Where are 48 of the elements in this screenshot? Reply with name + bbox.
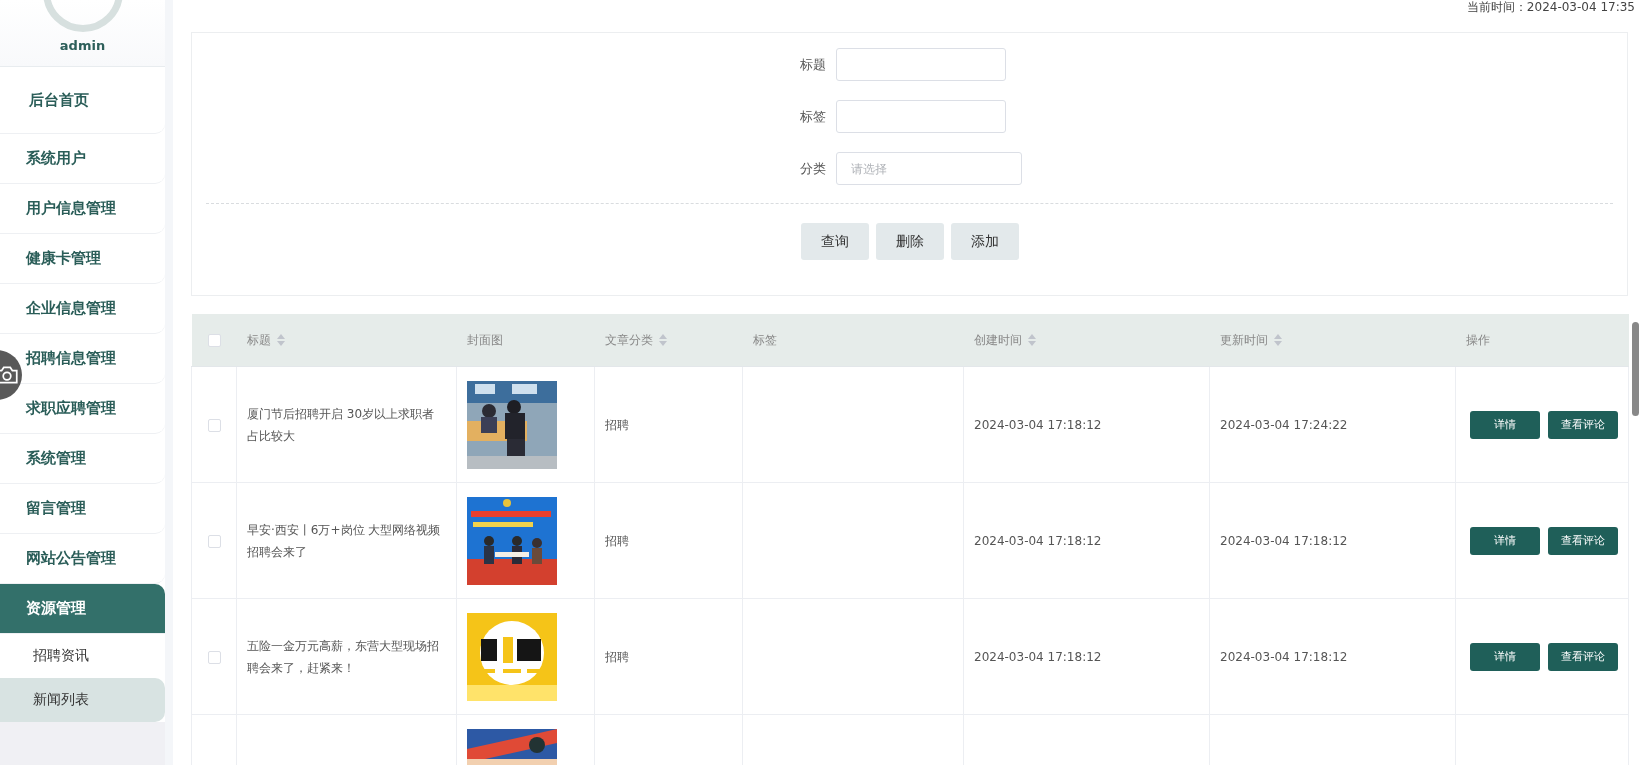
input-field[interactable] (835, 48, 1006, 81)
field-label: 分类 (799, 159, 826, 178)
category-text: 招聘 (605, 533, 629, 548)
sidebar-item[interactable]: 后台首页 (0, 67, 165, 134)
select-all-checkbox[interactable] (207, 334, 221, 347)
detail-button[interactable]: 详情 (1470, 642, 1540, 671)
submenu-item[interactable]: 新闻列表 (0, 678, 165, 722)
input-field[interactable] (835, 100, 1006, 133)
updated-time: 2024-03-04 17:18:12 (1220, 649, 1348, 664)
submenu-item[interactable]: 招聘资讯 (0, 634, 165, 678)
detail-button[interactable]: 详情 (1470, 410, 1540, 439)
sort-icon[interactable] (1273, 334, 1282, 346)
created-time: 2024-03-04 17:18:12 (974, 533, 1102, 548)
category-select[interactable]: 请选择 (835, 152, 1022, 185)
row-checkbox[interactable] (207, 650, 221, 664)
action-button[interactable]: 删除 (875, 223, 944, 260)
sort-icon[interactable] (276, 334, 285, 346)
row-checkbox[interactable] (207, 534, 221, 548)
sidebar-item[interactable]: 用户信息管理 (0, 184, 165, 234)
detail-button[interactable]: 详情 (1470, 526, 1540, 555)
news-title: 厦门节后招聘开启 30岁以上求职者占比较大 (247, 406, 435, 443)
sidebar-item[interactable]: 资源管理 (0, 584, 165, 634)
category-text: 招聘 (605, 417, 629, 432)
created-time: 2024-03-04 17:18:12 (974, 417, 1102, 432)
field-label: 标签 (799, 107, 826, 126)
row-checkbox[interactable] (207, 418, 221, 432)
updated-time: 2024-03-04 17:18:12 (1220, 533, 1348, 548)
comments-button[interactable]: 查看评论 (1548, 410, 1618, 439)
category-text: 招聘 (605, 649, 629, 664)
created-time: 2024-03-04 17:18:12 (974, 649, 1102, 664)
current-time: 当前时间：2024-03-04 17:35 (1466, 0, 1636, 14)
sidebar-item[interactable]: 企业信息管理 (0, 284, 165, 334)
sort-icon[interactable] (1027, 334, 1036, 346)
sidebar-item[interactable]: 留言管理 (0, 484, 165, 534)
scrollbar-thumb[interactable] (1632, 322, 1639, 416)
news-title: 五险一金万元高薪，东营大型现场招聘会来了，赶紧来！ (247, 638, 439, 675)
action-button[interactable]: 查询 (800, 223, 869, 260)
updated-time: 2024-03-04 17:24:22 (1220, 417, 1348, 432)
sidebar-item[interactable]: 系统管理 (0, 434, 165, 484)
sidebar-item[interactable]: 健康卡管理 (0, 234, 165, 284)
comments-button[interactable]: 查看评论 (1548, 642, 1618, 671)
news-title: 早安·西安丨6万+岗位 大型网络视频招聘会来了 (247, 522, 441, 559)
sidebar-item[interactable]: 系统用户 (0, 134, 165, 184)
user-name: admin (59, 38, 106, 53)
field-label: 标题 (799, 55, 826, 74)
comments-button[interactable]: 查看评论 (1548, 526, 1618, 555)
sort-icon[interactable] (658, 334, 667, 346)
action-button[interactable]: 添加 (950, 223, 1019, 260)
